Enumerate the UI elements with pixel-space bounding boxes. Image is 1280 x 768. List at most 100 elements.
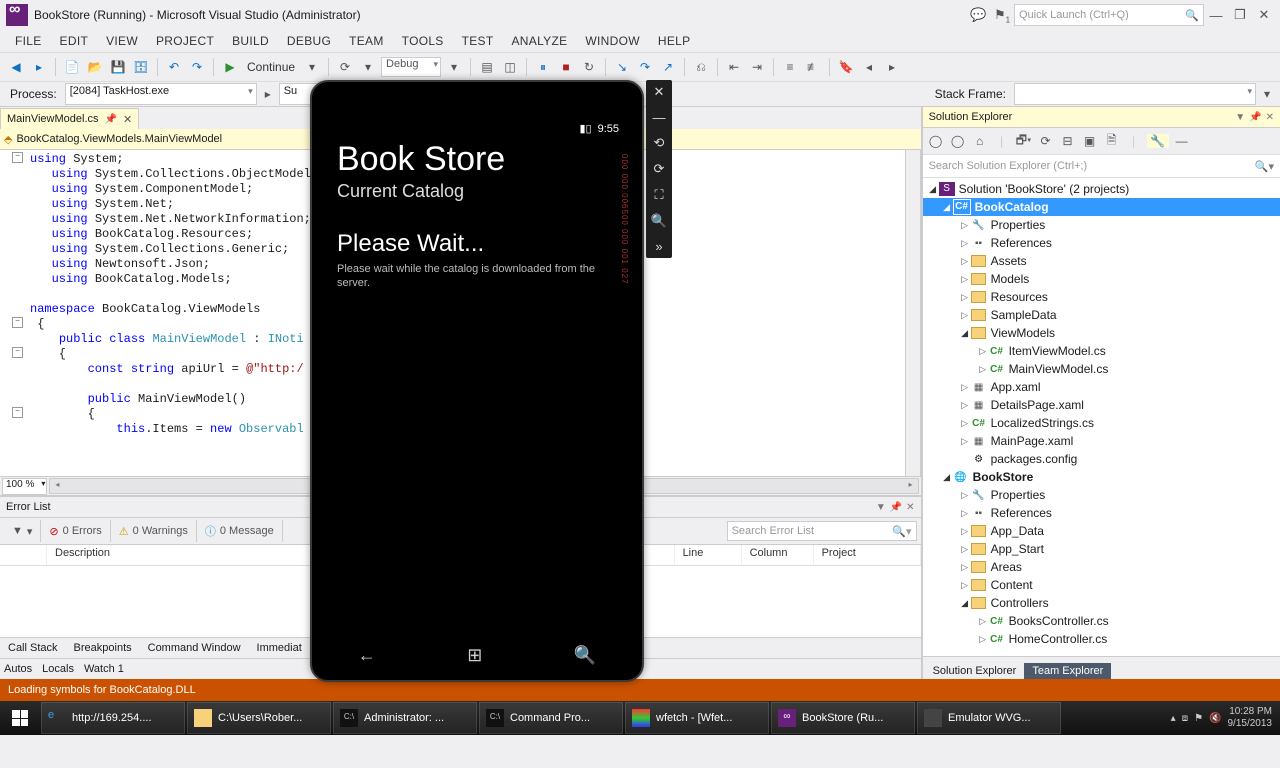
- fold-icon[interactable]: −: [12, 152, 23, 163]
- tree-project-bookcatalog[interactable]: BookCatalog: [975, 200, 1049, 214]
- tab-locals[interactable]: Locals: [42, 663, 74, 675]
- stackframe-combo[interactable]: [1014, 83, 1256, 105]
- preview-icon[interactable]: 🗎: [1103, 131, 1121, 152]
- emulator-screen[interactable]: ▮▯9:55 Book Store Current Catalog Please…: [327, 118, 627, 624]
- notification-flag-icon[interactable]: ⚑1: [994, 7, 1010, 23]
- restart-button[interactable]: ⟳: [335, 57, 355, 77]
- tab-team-explorer[interactable]: Team Explorer: [1024, 663, 1111, 679]
- menu-test[interactable]: TEST: [453, 34, 503, 48]
- system-tray[interactable]: ▴ ⧈ ⚑ 🔇 10:28 PM9/15/2013: [1163, 706, 1280, 730]
- menu-team[interactable]: TEAM: [340, 34, 393, 48]
- tree-references[interactable]: References: [991, 506, 1052, 520]
- tray-volume-icon[interactable]: 🔇: [1209, 713, 1221, 724]
- taskbar-item[interactable]: ∞BookStore (Ru...: [771, 702, 915, 734]
- tree-properties[interactable]: Properties: [991, 488, 1046, 502]
- tab-immediate[interactable]: Immediat: [253, 642, 306, 654]
- taskbar-item[interactable]: Emulator WVG...: [917, 702, 1061, 734]
- tree-file[interactable]: MainViewModel.cs: [1009, 362, 1109, 376]
- menu-file[interactable]: FILE: [6, 34, 51, 48]
- tree-folder[interactable]: Content: [991, 578, 1033, 592]
- close-icon[interactable]: ✕: [906, 502, 914, 513]
- phone-search-icon[interactable]: 🔍: [574, 645, 596, 666]
- emu-minimize-icon[interactable]: —: [653, 110, 666, 125]
- refresh-icon[interactable]: ⟳: [1037, 134, 1055, 148]
- filter-dropdown[interactable]: ▼ ▾: [4, 520, 41, 542]
- scope-icon[interactable]: 🗗▾: [1015, 131, 1033, 152]
- tree-folder[interactable]: Resources: [991, 290, 1048, 304]
- taskbar-item[interactable]: ehttp://169.254....: [41, 702, 185, 734]
- type-combo[interactable]: BookCatalog.ViewModels.MainViewModel: [16, 133, 222, 145]
- continue-drop-icon[interactable]: ▾: [302, 57, 322, 77]
- tree-file[interactable]: packages.config: [991, 452, 1078, 466]
- bookmark-button[interactable]: 🔖: [836, 57, 856, 77]
- collapse-icon[interactable]: ⊟: [1059, 134, 1077, 148]
- pause-button[interactable]: ⏸: [533, 57, 553, 77]
- redo-button[interactable]: ↷: [187, 57, 207, 77]
- tree-folder[interactable]: Assets: [991, 254, 1027, 268]
- tree-file[interactable]: DetailsPage.xaml: [991, 398, 1084, 412]
- phone-back-icon[interactable]: ←: [358, 645, 376, 666]
- taskbar-clock[interactable]: 10:28 PM9/15/2013: [1228, 706, 1273, 730]
- quick-launch-input[interactable]: Quick Launch (Ctrl+Q) 🔍: [1014, 4, 1204, 26]
- nav-back-button[interactable]: ◀: [6, 57, 26, 77]
- menu-project[interactable]: PROJECT: [147, 34, 223, 48]
- emu-close-icon[interactable]: ✕: [654, 84, 665, 100]
- properties-icon[interactable]: 🔧: [1147, 134, 1169, 148]
- save-all-button[interactable]: 🗄: [131, 57, 151, 77]
- menu-build[interactable]: BUILD: [223, 34, 278, 48]
- home-icon[interactable]: ⌂: [971, 134, 989, 148]
- filter-warnings[interactable]: ⚠0 Warnings: [111, 520, 197, 542]
- menu-view[interactable]: VIEW: [97, 34, 147, 48]
- show-all-icon[interactable]: ▣: [1081, 134, 1099, 148]
- emu-more-icon[interactable]: »: [655, 239, 662, 254]
- bookmark-next-button[interactable]: ▸: [882, 57, 902, 77]
- continue-label[interactable]: Continue: [243, 60, 299, 74]
- tab-breakpoints[interactable]: Breakpoints: [70, 642, 136, 654]
- taskbar-item[interactable]: C:\Command Pro...: [479, 702, 623, 734]
- error-search-input[interactable]: Search Error List 🔍▾: [727, 521, 917, 541]
- tree-folder[interactable]: App_Data: [991, 524, 1044, 538]
- col-line[interactable]: Line: [675, 545, 742, 565]
- feedback-icon[interactable]: 💬: [970, 7, 986, 23]
- emu-rotate-left-icon[interactable]: ⟲: [654, 135, 665, 151]
- tree-solution[interactable]: Solution 'BookStore' (2 projects): [959, 182, 1130, 196]
- tree-file[interactable]: BooksController.cs: [1009, 614, 1109, 628]
- filter-errors[interactable]: ⊘0 Errors: [41, 520, 110, 542]
- pin-icon[interactable]: 📌: [1249, 112, 1261, 123]
- tree-file[interactable]: ItemViewModel.cs: [1009, 344, 1106, 358]
- undo-button[interactable]: ↶: [164, 57, 184, 77]
- tree-file[interactable]: MainPage.xaml: [991, 434, 1074, 448]
- menu-edit[interactable]: EDIT: [51, 34, 98, 48]
- tab-autos[interactable]: Autos: [4, 663, 32, 675]
- menu-window[interactable]: WINDOW: [576, 34, 648, 48]
- tray-network-icon[interactable]: ⧈: [1182, 713, 1188, 724]
- emu-fit-icon[interactable]: ⛶: [654, 187, 663, 203]
- back-icon[interactable]: ◯: [927, 134, 945, 148]
- layout-btn1[interactable]: ▤: [477, 57, 497, 77]
- tab-solution-explorer[interactable]: Solution Explorer: [925, 663, 1025, 679]
- process-combo[interactable]: [2084] TaskHost.exe: [65, 83, 257, 105]
- phone-start-icon[interactable]: ⊞: [467, 645, 482, 666]
- menu-debug[interactable]: DEBUG: [278, 34, 340, 48]
- stop-button[interactable]: ■: [556, 57, 576, 77]
- tree-file[interactable]: HomeController.cs: [1009, 632, 1108, 646]
- continue-button[interactable]: ▶: [220, 57, 240, 77]
- config-combo[interactable]: Debug: [381, 57, 441, 77]
- tree-folder[interactable]: Areas: [991, 560, 1022, 574]
- scroll-left-icon[interactable]: ◂: [50, 479, 64, 491]
- close-button[interactable]: ✕: [1254, 7, 1274, 23]
- close-icon[interactable]: ✕: [1266, 112, 1274, 123]
- taskbar-item[interactable]: C:\Administrator: ...: [333, 702, 477, 734]
- filter-messages[interactable]: ⓘ0 Message: [197, 520, 283, 542]
- fold-icon[interactable]: −: [12, 347, 23, 358]
- tab-commandwindow[interactable]: Command Window: [144, 642, 245, 654]
- dropdown-icon[interactable]: ▼: [876, 502, 886, 513]
- start-button[interactable]: [0, 701, 40, 735]
- menu-analyze[interactable]: ANALYZE: [503, 34, 577, 48]
- pin-icon[interactable]: 📌: [890, 502, 902, 513]
- pin-icon[interactable]: 📌: [105, 114, 117, 125]
- indent-out-button[interactable]: ⇤: [724, 57, 744, 77]
- save-button[interactable]: 💾: [108, 57, 128, 77]
- restart-drop[interactable]: ▾: [358, 57, 378, 77]
- comment-button[interactable]: ≡: [780, 57, 800, 77]
